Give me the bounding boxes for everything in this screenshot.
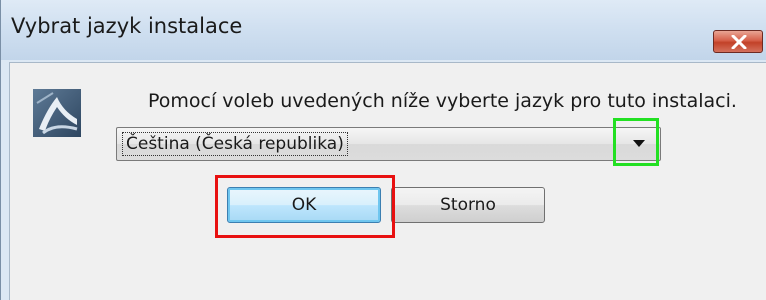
dropdown-arrow-highlight bbox=[613, 118, 659, 166]
dialog-title: Vybrat jazyk instalace bbox=[11, 14, 243, 38]
instruction-text: Pomocí voleb uvedených níže vyberte jazy… bbox=[148, 90, 737, 112]
title-bar[interactable]: Vybrat jazyk instalace bbox=[1, 0, 766, 60]
close-icon bbox=[731, 35, 747, 49]
language-dialog: Vybrat jazyk instalace Pomocí voleb uved… bbox=[0, 0, 766, 300]
close-button[interactable] bbox=[713, 30, 763, 53]
ok-button-highlight bbox=[215, 175, 395, 238]
language-select-value: Čeština (Česká republika) bbox=[122, 132, 348, 156]
installer-logo-icon bbox=[33, 89, 81, 137]
cancel-button[interactable]: Storno bbox=[391, 187, 545, 223]
language-select[interactable]: Čeština (Česká republika) bbox=[116, 127, 661, 161]
